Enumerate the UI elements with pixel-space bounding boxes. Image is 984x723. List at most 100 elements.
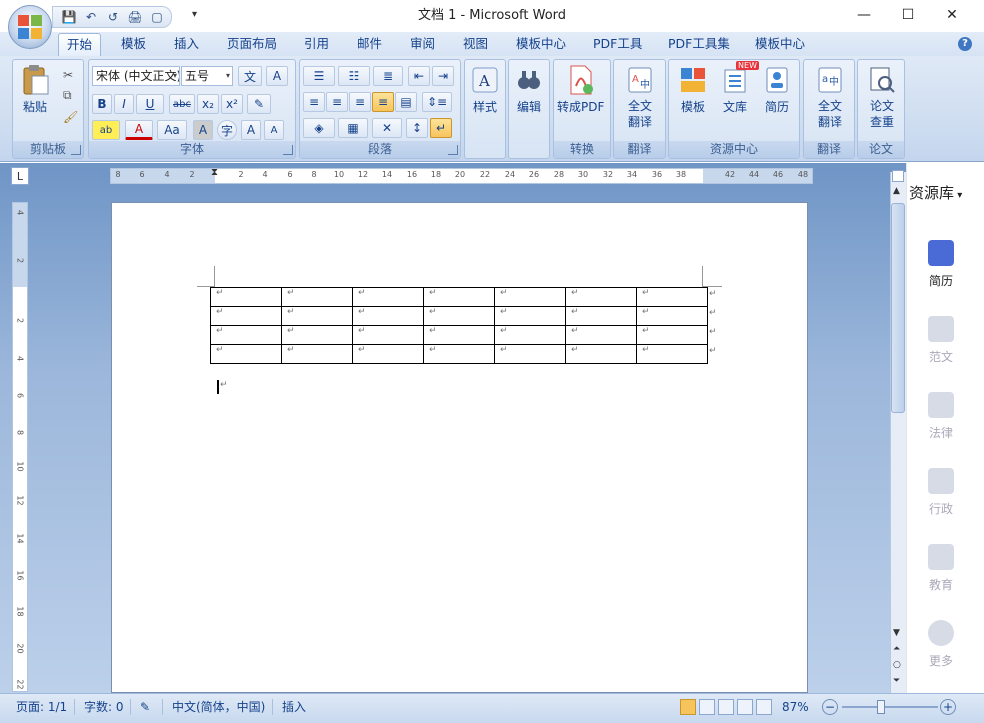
font-color-button[interactable]: A <box>125 120 153 140</box>
italic-button[interactable]: I <box>114 94 134 114</box>
full-translate-button[interactable]: A中 全文 翻译 <box>624 64 656 130</box>
side-panel-title[interactable]: 资源库 ▾ <box>909 182 962 203</box>
increase-indent-button[interactable]: ⇥ <box>432 66 454 86</box>
highlight-button[interactable]: ab <box>92 120 120 140</box>
outline-view-icon[interactable] <box>737 699 753 715</box>
zoom-slider[interactable] <box>842 706 938 708</box>
print-layout-view-icon[interactable] <box>680 699 696 715</box>
next-page-icon[interactable]: ⏷ <box>893 676 900 686</box>
underline-button[interactable]: U <box>136 94 164 114</box>
styles-button[interactable]: A 样式 <box>469 64 501 115</box>
table-cell[interactable]: ↵ <box>636 344 708 364</box>
bold-button[interactable]: B <box>92 94 112 114</box>
paragraph-launcher[interactable] <box>448 145 458 155</box>
reading-view-icon[interactable] <box>699 699 715 715</box>
scroll-up-icon[interactable]: ▲ <box>893 186 900 196</box>
tab-template-center[interactable]: 模板中心 <box>514 33 568 56</box>
justify-button[interactable]: ≡ <box>372 92 394 112</box>
table-cell[interactable]: ↵ <box>423 344 495 364</box>
cut-icon[interactable]: ✂ <box>63 68 73 82</box>
table-cell[interactable]: ↵ <box>210 306 282 326</box>
decrease-indent-button[interactable]: ⇤ <box>408 66 430 86</box>
document-table[interactable]: ↵ ↵ ↵ ↵ ↵ ↵ ↵ ↵ ↵ ↵ ↵ ↵ ↵ ↵ ↵ ↵ ↵ ↵ ↵ ↵ ↵ ↵ ↵ ↵ ↵ ↵ ↵ ↵ <box>210 287 708 364</box>
insert-mode-status[interactable]: 插入 <box>282 697 306 717</box>
paste-button[interactable]: 粘贴 <box>19 64 51 115</box>
table-cell[interactable]: ↵ <box>352 344 424 364</box>
draft-view-icon[interactable] <box>756 699 772 715</box>
line-spacing-button[interactable]: ⇕≡ <box>422 92 452 112</box>
full-translate-button-2[interactable]: a中 全文 翻译 <box>814 64 846 130</box>
shrink-font-button[interactable]: A <box>264 120 284 140</box>
paper-check-button[interactable]: 论文 查重 <box>866 64 898 130</box>
table-cell[interactable]: ↵ <box>494 287 566 307</box>
subscript-button[interactable]: x₂ <box>197 94 219 114</box>
word-count[interactable]: 字数: 0 <box>84 697 124 717</box>
table-cell[interactable]: ↵ <box>423 325 495 345</box>
superscript-button[interactable]: x² <box>221 94 243 114</box>
numbering-button[interactable]: ☷ <box>338 66 370 86</box>
tab-review[interactable]: 审阅 <box>408 33 437 56</box>
chinese-layout-button[interactable]: ✕ <box>372 118 402 138</box>
resume-button[interactable]: 简历 <box>761 64 793 115</box>
tab-template-center-2[interactable]: 模板中心 <box>753 33 807 56</box>
table-cell[interactable]: ↵ <box>565 325 637 345</box>
scrollbar-thumb[interactable] <box>891 203 905 413</box>
grow-font-button[interactable]: A <box>241 120 261 140</box>
align-left-button[interactable]: ≡ <box>303 92 325 112</box>
minimize-button[interactable]: — <box>841 0 887 30</box>
table-cell[interactable]: ↵ <box>281 325 353 345</box>
zoom-out-button[interactable]: − <box>822 699 838 715</box>
table-cell[interactable]: ↵ <box>494 325 566 345</box>
align-right-button[interactable]: ≡ <box>349 92 371 112</box>
zoom-slider-thumb[interactable] <box>877 700 885 714</box>
library-button[interactable]: NEW 文库 <box>719 61 759 115</box>
indent-marker-icon[interactable]: ⧗ <box>211 167 218 178</box>
redo-icon[interactable]: ↺ <box>105 9 121 25</box>
prev-page-icon[interactable]: ⏶ <box>893 644 900 654</box>
customize-qat-button[interactable]: ▾ <box>192 9 197 20</box>
zoom-level[interactable]: 87% <box>782 697 809 717</box>
language-status[interactable]: 中文(简体，中国) <box>172 697 265 717</box>
table-cell[interactable]: ↵ <box>210 287 282 307</box>
proofing-icon[interactable]: ✎ <box>140 697 150 717</box>
tab-selector-button[interactable]: L <box>11 167 29 185</box>
scroll-down-icon[interactable]: ▼ <box>893 628 900 638</box>
table-cell[interactable]: ↵ <box>281 344 353 364</box>
tab-insert[interactable]: 插入 <box>172 33 201 56</box>
clear-format-button[interactable]: ✎ <box>247 94 271 114</box>
table-cell[interactable]: ↵ <box>565 306 637 326</box>
table-cell[interactable]: ↵ <box>494 344 566 364</box>
font-name-combo[interactable]: 宋体 (中文正文) ▾ <box>92 66 180 86</box>
print-icon[interactable]: 🖨 <box>127 9 143 25</box>
char-shading-button[interactable]: A <box>193 120 213 140</box>
shading-button[interactable]: ◈ <box>303 118 335 138</box>
preview-icon[interactable]: ▢ <box>149 9 165 25</box>
bullets-button[interactable]: ☰ <box>303 66 335 86</box>
side-item-law[interactable]: 法律 <box>919 392 963 441</box>
side-item-more[interactable]: 更多 <box>919 620 963 669</box>
tab-view[interactable]: 视图 <box>461 33 490 56</box>
format-painter-icon[interactable]: 🖌 <box>63 110 78 124</box>
zoom-in-button[interactable]: + <box>940 699 956 715</box>
page-count[interactable]: 页面: 1/1 <box>16 697 67 717</box>
font-launcher[interactable] <box>283 145 293 155</box>
enclose-char-button[interactable]: 字 <box>217 120 237 140</box>
table-cell[interactable]: ↵ <box>352 325 424 345</box>
maximize-button[interactable]: ☐ <box>885 0 931 30</box>
table-cell[interactable]: ↵ <box>281 287 353 307</box>
table-cell[interactable]: ↵ <box>494 306 566 326</box>
tab-references[interactable]: 引用 <box>302 33 331 56</box>
sort-button[interactable]: ↕ <box>406 118 428 138</box>
side-item-admin[interactable]: 行政 <box>919 468 963 517</box>
browse-object-icon[interactable]: ○ <box>893 660 901 670</box>
table-cell[interactable]: ↵ <box>210 325 282 345</box>
save-icon[interactable]: 💾 <box>61 9 77 25</box>
clipboard-launcher[interactable] <box>71 145 81 155</box>
borders-button[interactable]: ▦ <box>338 118 368 138</box>
table-cell[interactable]: ↵ <box>636 325 708 345</box>
help-icon[interactable]: ? <box>958 37 972 51</box>
convert-pdf-button[interactable]: 转成PDF <box>557 64 604 115</box>
table-cell[interactable]: ↵ <box>565 287 637 307</box>
side-item-resume[interactable]: 简历 <box>919 240 963 289</box>
table-cell[interactable]: ↵ <box>565 344 637 364</box>
